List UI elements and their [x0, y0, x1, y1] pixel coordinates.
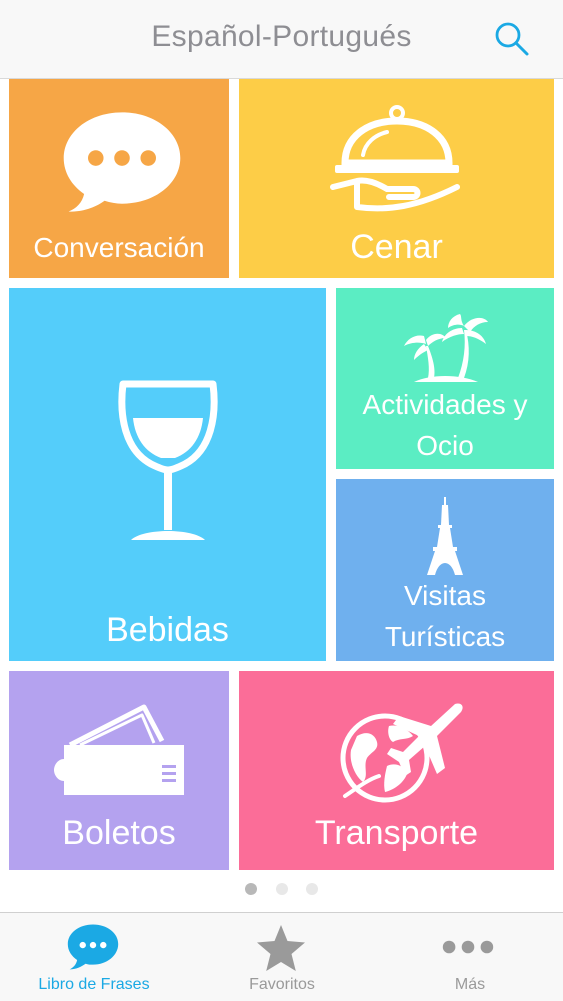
tab-favoritos[interactable]: Favoritos	[188, 913, 376, 1001]
page-indicator[interactable]	[0, 882, 563, 900]
globe-plane-icon	[340, 703, 463, 803]
ticket-icon	[54, 704, 184, 795]
wine-glass-icon	[118, 380, 218, 540]
more-dots-icon	[442, 940, 494, 954]
tile-label: Transporte	[314, 814, 479, 852]
tile-label: Bebidas	[106, 611, 229, 649]
tab-libro-de-frases[interactable]: Libro de Frases	[0, 913, 188, 1001]
page-dot[interactable]	[275, 883, 288, 895]
palm-trees-icon	[404, 314, 488, 382]
tile-label: Cenar	[350, 228, 443, 266]
tile-label: Ocio	[416, 430, 474, 461]
page-dot[interactable]	[245, 883, 258, 895]
food-cloche-icon	[330, 105, 460, 212]
tab-bar: Libro de Frases Favoritos Más	[0, 912, 563, 1001]
tile-bebidas[interactable]: Bebidas	[9, 288, 326, 661]
tile-actividades[interactable]: Actividades y Ocio	[336, 288, 554, 469]
tab-label: Libro de Frases	[38, 976, 150, 993]
tile-label: Boletos	[62, 814, 176, 852]
tile-conversacion[interactable]: Conversación	[9, 79, 229, 278]
tile-label: Turísticas	[384, 621, 506, 652]
tab-label: Favoritos	[249, 976, 315, 993]
search-icon[interactable]	[493, 20, 531, 58]
tile-label: Actividades y	[362, 389, 528, 420]
star-icon	[257, 925, 305, 971]
speech-bubble-icon	[63, 112, 181, 212]
page-dot[interactable]	[305, 883, 318, 895]
tile-transporte[interactable]: Transporte	[239, 671, 554, 870]
nav-bar: Español-Portugués	[0, 0, 563, 79]
tab-label: Más	[454, 976, 486, 993]
category-grid: Conversación Cenar Bebidas Actividades y…	[0, 79, 563, 879]
tile-label: Visitas	[404, 580, 486, 611]
tile-cenar[interactable]: Cenar	[239, 79, 554, 278]
tab-mas[interactable]: Más	[376, 913, 563, 1001]
eiffel-tower-icon	[427, 497, 463, 575]
page-title: Español-Portugués	[151, 20, 412, 53]
speech-bubble-icon	[67, 924, 119, 970]
tile-label: Conversación	[33, 232, 205, 263]
tile-boletos[interactable]: Boletos	[9, 671, 229, 870]
tile-visitas[interactable]: Visitas Turísticas	[336, 479, 554, 661]
